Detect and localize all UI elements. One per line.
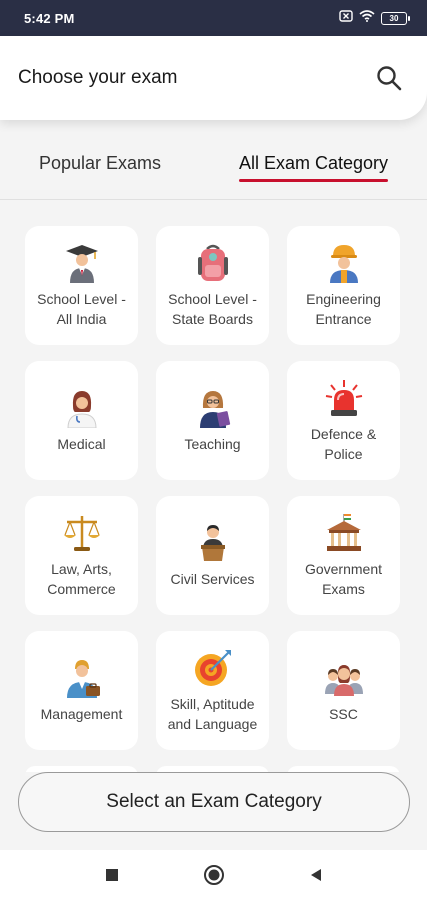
school-bag-icon [193,243,233,283]
status-time: 5:42 PM [24,10,75,26]
category-label: Engineering Entrance [306,290,381,327]
government-building-icon [324,513,364,553]
target-icon [193,648,233,688]
category-label: Teaching [184,435,241,452]
category-label: Defence & Police [310,425,377,462]
notification-icon [339,9,353,27]
category-card-defence-police[interactable]: Defence & Police [287,361,400,480]
category-label: SSC [329,705,358,722]
category-label: Government Exams [304,560,383,597]
category-card-management[interactable]: Management [25,631,138,750]
status-bar: 5:42 PM 30 [0,0,427,36]
category-card-ssc[interactable]: SSC [287,631,400,750]
group-icon [324,658,364,698]
category-card-skill-aptitude-language[interactable]: Skill, Aptitude and Language [156,631,269,750]
category-label: Management [40,705,123,722]
header: Choose your exam [0,36,427,120]
status-icons: 30 [339,9,410,27]
search-icon [377,66,402,91]
wifi-icon [359,9,375,27]
scales-icon [62,513,102,553]
category-card-engineering-entrance[interactable]: Engineering Entrance [287,226,400,345]
tab-all-exam-category[interactable]: All Exam Category [238,145,389,182]
category-label: Skill, Aptitude and Language [167,695,258,732]
page-title: Choose your exam [18,67,178,88]
manager-icon [62,658,102,698]
battery-icon: 30 [381,11,410,25]
category-label: Law, Arts, Commerce [47,560,116,597]
recents-button[interactable] [100,863,124,887]
category-card-medical[interactable]: Medical [25,361,138,480]
select-exam-category-button[interactable]: Select an Exam Category [18,772,410,832]
category-card-school-state-boards[interactable]: School Level - State Boards [156,226,269,345]
category-label: Civil Services [170,570,255,587]
home-button[interactable] [202,863,226,887]
category-label: School Level - All India [37,290,126,327]
siren-icon [324,378,364,418]
category-card-teaching[interactable]: Teaching [156,361,269,480]
doctor-icon [62,388,102,428]
exam-tabs: Popular Exams All Exam Category [0,128,427,200]
search-button[interactable] [373,62,405,94]
category-card-school-all-india[interactable]: School Level - All India [25,226,138,345]
back-button[interactable] [304,863,328,887]
podium-speaker-icon [193,523,233,563]
category-grid: School Level - All India School Level - … [25,226,400,750]
square-icon [105,869,118,881]
category-label: Medical [57,435,106,452]
triangle-back-icon [310,869,321,881]
system-nav-bar [0,850,427,900]
circle-icon [203,865,224,885]
teacher-icon [193,388,233,428]
category-label: School Level - State Boards [168,290,257,327]
graduate-icon [62,243,102,283]
tab-popular-exams[interactable]: Popular Exams [39,145,161,182]
category-card-government-exams[interactable]: Government Exams [287,496,400,615]
category-card-civil-services[interactable]: Civil Services [156,496,269,615]
engineer-icon [324,243,364,283]
category-card-law-arts-commerce[interactable]: Law, Arts, Commerce [25,496,138,615]
